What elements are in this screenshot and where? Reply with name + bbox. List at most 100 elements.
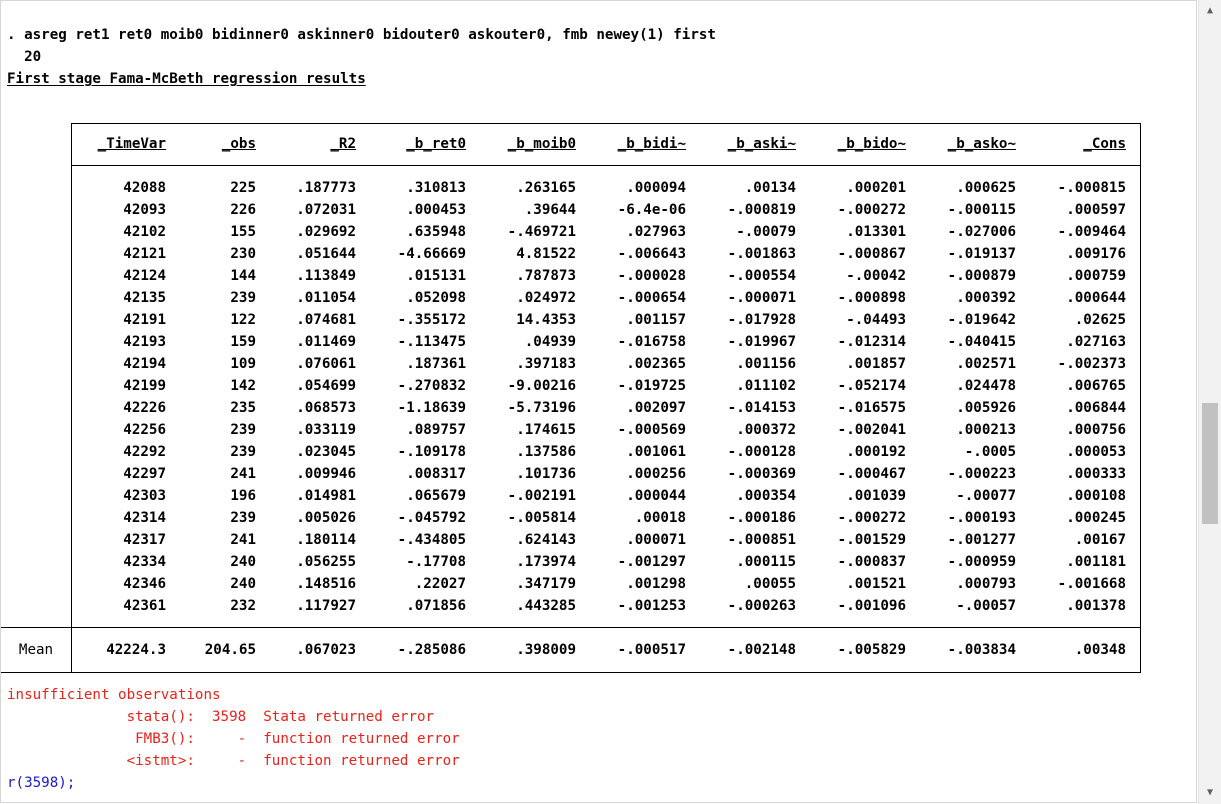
table-cell: .113849 <box>296 268 356 284</box>
table-cell: -.016758 <box>617 334 686 350</box>
scroll-down-icon[interactable]: ▼ <box>1199 784 1221 802</box>
table-cell: .000372 <box>736 422 796 438</box>
mean-cell: .00348 <box>1074 642 1126 658</box>
table-cell: .000759 <box>1066 268 1126 284</box>
table-cell: .00134 <box>744 180 796 196</box>
table-cell: .000793 <box>956 576 1016 592</box>
table-cell: .000597 <box>1066 202 1126 218</box>
table-cell: .001061 <box>626 444 686 460</box>
table-cell: -.045792 <box>397 510 466 526</box>
table-cell: -5.73196 <box>507 400 576 416</box>
table-cell: .009946 <box>296 466 356 482</box>
table-cell: -.00079 <box>736 224 796 240</box>
table-cell: -.000128 <box>727 444 796 460</box>
table-cell: -.000959 <box>947 554 1016 570</box>
table-cell: 14.4353 <box>516 312 576 328</box>
table-cell: 42088 <box>123 180 166 196</box>
periods-count: 20 <box>7 49 42 65</box>
table-cell: -.000851 <box>727 532 796 548</box>
table-cell: -.000837 <box>837 554 906 570</box>
error-fmb3: FMB3(): - function returned error <box>7 731 460 747</box>
table-cell: -.009464 <box>1057 224 1126 240</box>
table-cell: 239 <box>230 290 256 306</box>
table-cell: -.002191 <box>507 488 576 504</box>
table-cell: .310813 <box>406 180 466 196</box>
table-cell: .065679 <box>406 488 466 504</box>
table-cell: .000044 <box>626 488 686 504</box>
mean-label: Mean <box>18 642 54 658</box>
table-cell: -1.18639 <box>397 400 466 416</box>
table-cell: .008317 <box>406 466 466 482</box>
mean-cell: -.005829 <box>837 642 906 658</box>
table-cell: -.000223 <box>947 466 1016 482</box>
table-cell: .00018 <box>634 510 686 526</box>
table-cell: .000644 <box>1066 290 1126 306</box>
table-cell: -.270832 <box>397 378 466 394</box>
scroll-up-icon[interactable]: ▲ <box>1199 2 1221 20</box>
column-header: _b_bidi~ <box>617 136 686 152</box>
table-cell: .051644 <box>296 246 356 262</box>
table-cell: .001298 <box>626 576 686 592</box>
table-cell: -.000115 <box>947 202 1016 218</box>
column-header: _R2 <box>330 136 356 152</box>
mean-cell: 42224.3 <box>106 642 166 658</box>
table-cell: -.000815 <box>1057 180 1126 196</box>
table-cell: .068573 <box>296 400 356 416</box>
vertical-scrollbar[interactable]: ▲ ▼ <box>1198 0 1221 804</box>
table-cell: .001156 <box>736 356 796 372</box>
table-cell: .347179 <box>516 576 576 592</box>
table-cell: 42303 <box>123 488 166 504</box>
table-cell: .029692 <box>296 224 356 240</box>
table-cell: 42334 <box>123 554 166 570</box>
table-cell: -.000898 <box>837 290 906 306</box>
table-cell: .015131 <box>406 268 466 284</box>
table-cell: -.0005 <box>964 444 1016 460</box>
table-cell: -.002041 <box>837 422 906 438</box>
return-code: r(3598); <box>7 775 76 791</box>
column-header: _TimeVar <box>97 136 166 152</box>
table-cell: .000354 <box>736 488 796 504</box>
table-cell: 159 <box>230 334 256 350</box>
table-cell: 155 <box>230 224 256 240</box>
table-cell: -.000186 <box>727 510 796 526</box>
table-cell: .056255 <box>296 554 356 570</box>
table-cell: -.027006 <box>947 224 1016 240</box>
table-cell: 239 <box>230 422 256 438</box>
table-cell: .000213 <box>956 422 1016 438</box>
header-divider <box>71 165 1141 166</box>
table-cell: .174615 <box>516 422 576 438</box>
table-cell: .787873 <box>516 268 576 284</box>
table-cell: 42317 <box>123 532 166 548</box>
table-cell: .072031 <box>296 202 356 218</box>
table-cell: .02625 <box>1074 312 1126 328</box>
table-cell: -.000071 <box>727 290 796 306</box>
table-cell: -.000272 <box>837 510 906 526</box>
table-cell: .001857 <box>846 356 906 372</box>
mean-cell: 204.65 <box>204 642 256 658</box>
table-cell: 225 <box>230 180 256 196</box>
table-cell: -.001253 <box>617 598 686 614</box>
table-cell: -9.00216 <box>507 378 576 394</box>
table-cell: .013301 <box>846 224 906 240</box>
table-cell: 4.81522 <box>516 246 576 262</box>
mean-cell: -.000517 <box>617 642 686 658</box>
table-cell: -.001297 <box>617 554 686 570</box>
table-cell: -.113475 <box>397 334 466 350</box>
command-line: . asreg ret1 ret0 moib0 bidinner0 askinn… <box>7 27 716 43</box>
table-cell: .397183 <box>516 356 576 372</box>
table-cell: .000453 <box>406 202 466 218</box>
table-cell: 235 <box>230 400 256 416</box>
table-cell: -.000569 <box>617 422 686 438</box>
table-cell: .011102 <box>736 378 796 394</box>
table-cell: .000333 <box>1066 466 1126 482</box>
column-header: _b_ret0 <box>406 136 466 152</box>
table-cell: -.000554 <box>727 268 796 284</box>
table-cell: .024478 <box>956 378 1016 394</box>
results-heading: First stage Fama-McBeth regression resul… <box>7 71 366 87</box>
table-cell: -.012314 <box>837 334 906 350</box>
scrollbar-thumb[interactable] <box>1202 403 1218 524</box>
table-cell: 240 <box>230 576 256 592</box>
mean-top-rule <box>1 627 71 628</box>
results-window: . asreg ret1 ret0 moib0 bidinner0 askinn… <box>0 0 1197 803</box>
table-cell: -.000819 <box>727 202 796 218</box>
